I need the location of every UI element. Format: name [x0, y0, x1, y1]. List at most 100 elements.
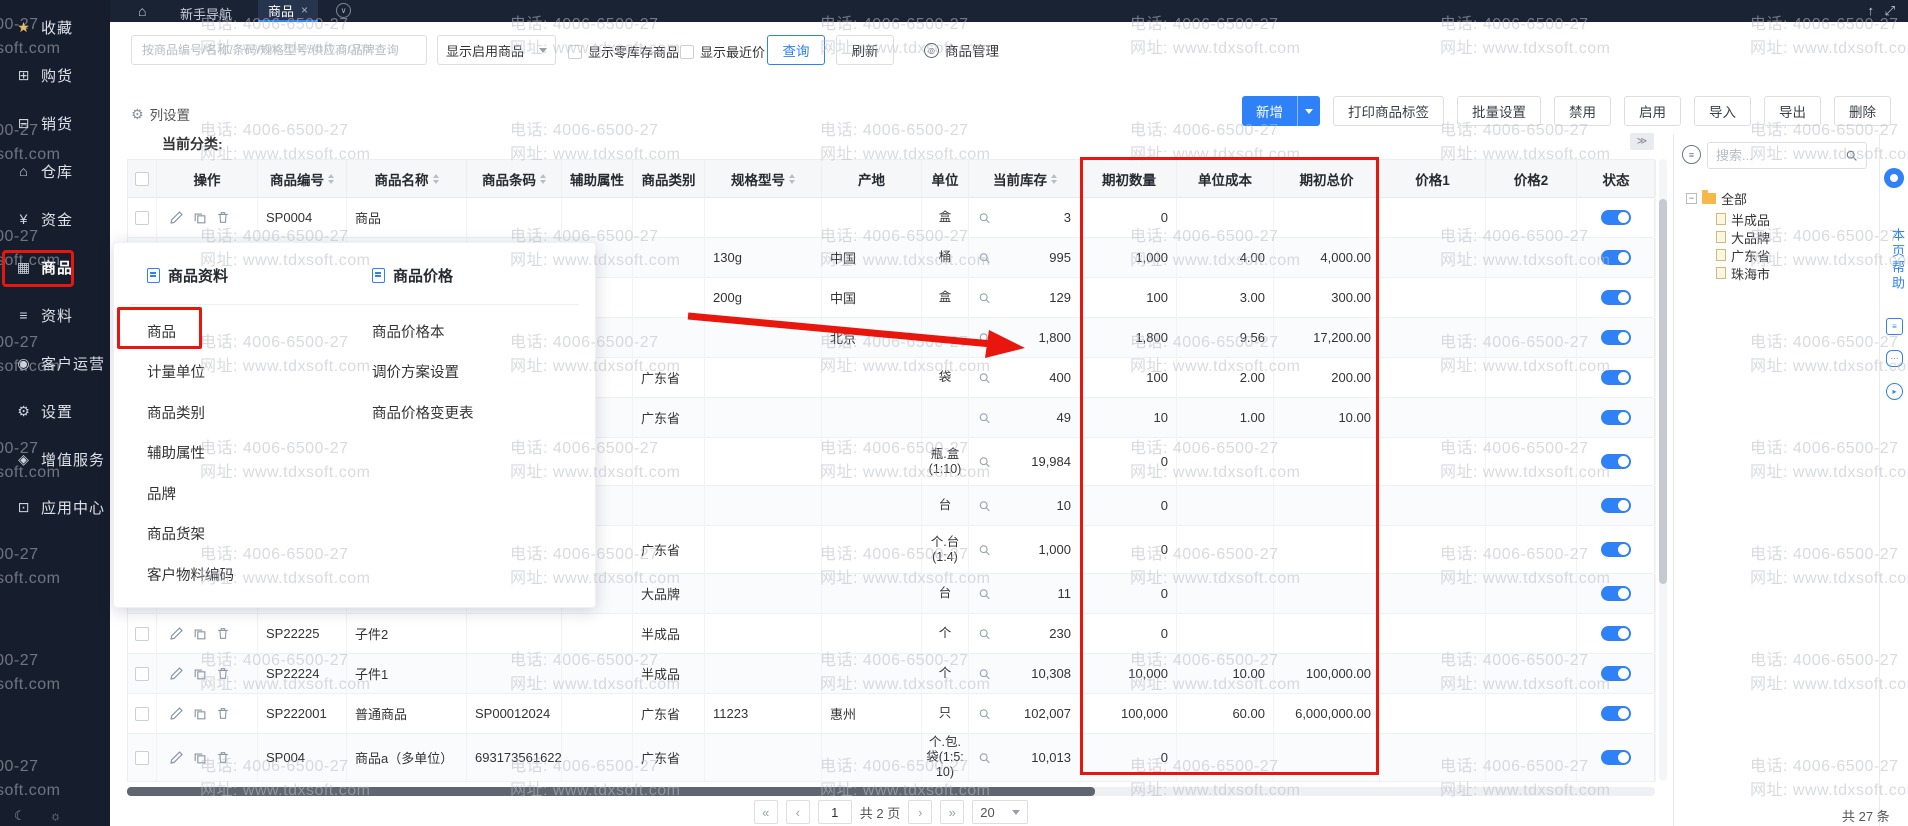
stock-detail-icon[interactable] — [978, 543, 991, 556]
calculator-icon[interactable]: ≡ — [1886, 318, 1903, 335]
column-header-barcode[interactable]: 商品名称 — [347, 160, 467, 197]
sort-icon[interactable] — [1051, 174, 1057, 184]
page-help-link[interactable]: 本页帮助 — [1888, 228, 1907, 292]
edit-icon[interactable] — [169, 706, 184, 721]
show-status-select[interactable]: 显示启用商品 — [437, 35, 556, 65]
sidebar-item-purchase[interactable]: ⊞购货 — [0, 51, 110, 99]
export-button[interactable]: 导出 — [1764, 96, 1821, 126]
status-toggle[interactable] — [1601, 210, 1631, 225]
popup-menu-item[interactable]: 客户物料编码 — [147, 554, 352, 595]
horizontal-scrollbar-thumb[interactable] — [127, 787, 1095, 796]
column-header-aux[interactable]: 商品条码 — [467, 160, 562, 197]
sidebar-item-value-added[interactable]: ◈增值服务 — [0, 435, 110, 483]
moon-icon[interactable]: ☾ — [14, 808, 26, 824]
popup-menu-item[interactable]: 计量单位 — [147, 352, 352, 393]
tree-node[interactable]: 珠海市 — [1716, 264, 1770, 282]
column-settings-button[interactable]: ⚙ 列设置 — [131, 104, 190, 124]
sun-icon[interactable]: ☼ — [50, 808, 62, 824]
copy-icon[interactable] — [193, 707, 207, 721]
tree-node[interactable]: 大品牌 — [1716, 228, 1770, 246]
column-header-origin[interactable]: 规格型号 — [705, 160, 822, 197]
add-button[interactable]: 新增 — [1242, 96, 1320, 126]
batch-set-button[interactable]: 批量设置 — [1457, 96, 1541, 126]
popup-menu-item[interactable]: 调价方案设置 — [372, 352, 577, 393]
category-search-input[interactable] — [1716, 148, 1839, 163]
status-toggle[interactable] — [1601, 370, 1631, 385]
import-button[interactable]: 导入 — [1694, 96, 1751, 126]
play-icon[interactable]: ▸ — [1886, 383, 1903, 400]
column-header-init_qty[interactable]: 当前库存 — [969, 160, 1082, 197]
stock-detail-icon[interactable] — [978, 751, 991, 764]
tree-collapse-icon[interactable]: − — [1686, 193, 1697, 204]
sidebar-item-data[interactable]: ≡资料 — [0, 291, 110, 339]
add-dropdown-icon[interactable] — [1297, 96, 1320, 126]
status-toggle[interactable] — [1601, 498, 1631, 513]
stock-detail-icon[interactable] — [978, 251, 991, 264]
disable-button[interactable]: 禁用 — [1554, 96, 1611, 126]
status-toggle[interactable] — [1601, 542, 1631, 557]
row-checkbox[interactable] — [135, 667, 149, 681]
zero-stock-checkbox[interactable]: 显示零库存商品 — [568, 42, 679, 61]
delete-icon[interactable] — [216, 210, 230, 225]
stock-detail-icon[interactable] — [978, 707, 991, 720]
copy-icon[interactable] — [193, 751, 207, 765]
tree-node[interactable]: 半成品 — [1716, 210, 1770, 228]
stock-detail-icon[interactable] — [978, 371, 991, 384]
print-label-button[interactable]: 打印商品标签 — [1333, 96, 1444, 126]
panel-collapse-button[interactable]: ≫ — [1630, 133, 1654, 150]
tab-goods[interactable]: 商品 × — [258, 0, 318, 22]
status-toggle[interactable] — [1601, 666, 1631, 681]
delete-icon[interactable] — [216, 750, 230, 765]
copy-icon[interactable] — [193, 667, 207, 681]
copy-icon[interactable] — [193, 627, 207, 641]
status-toggle[interactable] — [1601, 706, 1631, 721]
edit-icon[interactable] — [169, 750, 184, 765]
status-toggle[interactable] — [1601, 290, 1631, 305]
delete-icon[interactable] — [216, 626, 230, 641]
sort-icon[interactable] — [789, 174, 795, 184]
sidebar-item-settings[interactable]: ⚙设置 — [0, 387, 110, 435]
tab-close-icon[interactable]: × — [301, 4, 308, 16]
sidebar-item-customer-ops[interactable]: ◉客户运营 — [0, 339, 110, 387]
popup-menu-item[interactable]: 商品 — [147, 311, 352, 352]
goods-search-input[interactable] — [131, 35, 427, 65]
query-button[interactable]: 查询 — [767, 35, 825, 65]
first-page-button[interactable]: « — [754, 800, 778, 824]
status-toggle[interactable] — [1601, 586, 1631, 601]
sidebar-item-app-center[interactable]: ⊡应用中心 — [0, 483, 110, 531]
tree-root[interactable]: − 全部 — [1686, 188, 1770, 208]
delete-button[interactable]: 删除 — [1834, 96, 1891, 126]
horizontal-scrollbar[interactable] — [127, 787, 1655, 796]
sidebar-item-sales[interactable]: ⊟销货 — [0, 99, 110, 147]
sidebar-item-funds[interactable]: ¥资金 — [0, 195, 110, 243]
edit-icon[interactable] — [169, 626, 184, 641]
stock-detail-icon[interactable] — [978, 667, 991, 680]
panel-toggle-icon[interactable]: ≡ — [1682, 145, 1701, 164]
status-toggle[interactable] — [1601, 250, 1631, 265]
sort-icon[interactable] — [328, 174, 334, 184]
home-icon[interactable]: ⌂ — [138, 3, 146, 19]
popup-menu-item[interactable]: 商品价格变更表 — [372, 392, 577, 433]
status-toggle[interactable] — [1601, 410, 1631, 425]
sidebar-item-warehouse[interactable]: ⌂仓库 — [0, 147, 110, 195]
chat-icon[interactable]: ⋯ — [1886, 350, 1903, 367]
sort-icon[interactable] — [433, 174, 439, 184]
stock-detail-icon[interactable] — [978, 291, 991, 304]
checkbox-icon[interactable] — [680, 45, 694, 59]
copy-icon[interactable] — [193, 211, 207, 225]
status-toggle[interactable] — [1601, 750, 1631, 765]
vertical-scrollbar-thumb[interactable] — [1659, 199, 1667, 584]
collapse-up-icon[interactable]: ↑ — [1868, 3, 1875, 18]
assistant-icon[interactable] — [1884, 168, 1904, 188]
row-checkbox[interactable] — [135, 211, 149, 225]
status-toggle[interactable] — [1601, 330, 1631, 345]
status-toggle[interactable] — [1601, 454, 1631, 469]
stock-detail-icon[interactable] — [978, 499, 991, 512]
page-size-select[interactable]: 20 — [972, 800, 1028, 824]
recent-price-checkbox[interactable]: 显示最近价 — [680, 42, 765, 61]
stock-detail-icon[interactable] — [978, 411, 991, 424]
enable-button[interactable]: 启用 — [1624, 96, 1681, 126]
popup-menu-item[interactable]: 商品类别 — [147, 392, 352, 433]
column-header-name[interactable]: 商品编号 — [258, 160, 347, 197]
category-search[interactable] — [1707, 142, 1867, 169]
